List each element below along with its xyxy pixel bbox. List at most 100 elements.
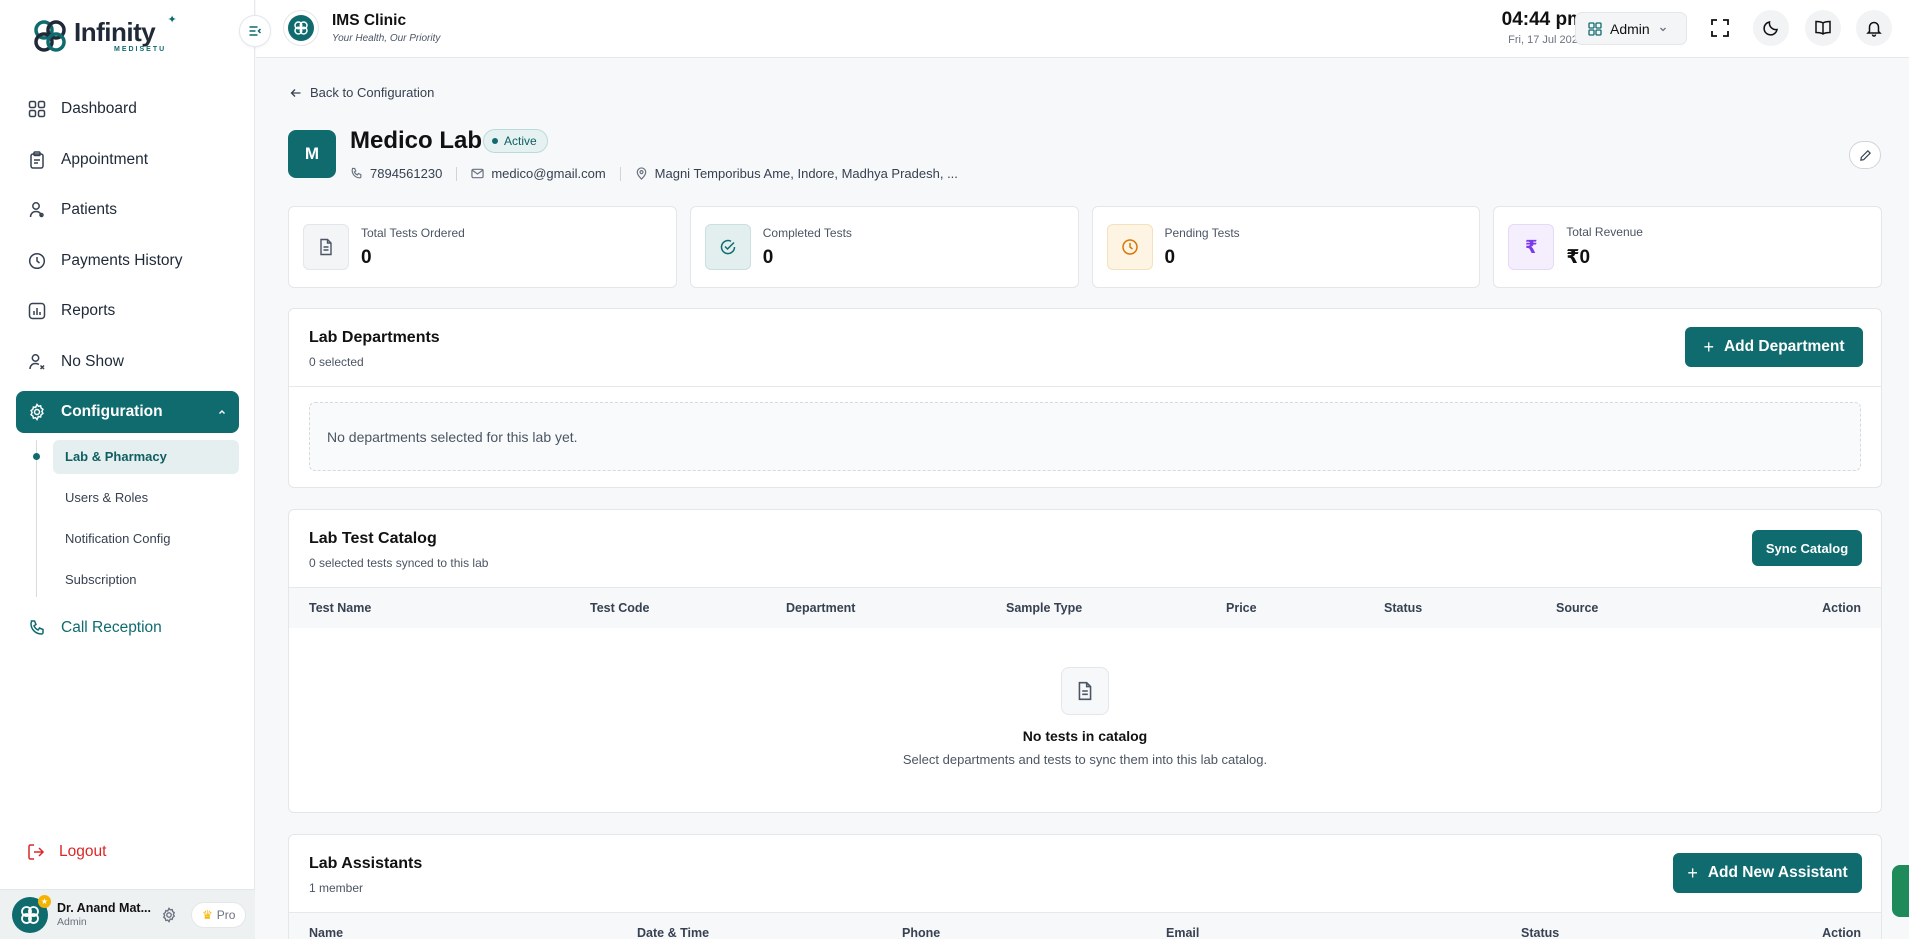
plan-badge[interactable]: ♛ Pro (191, 901, 247, 928)
plus-icon: + (1687, 862, 1698, 883)
lab-contact-info: 7894561230 medico@gmail.com Magni Tempor… (350, 166, 958, 181)
role-select-value: Admin (1610, 20, 1650, 37)
subnav-item-subscription[interactable]: Subscription (53, 563, 239, 597)
add-new-assistant-label: Add New Assistant (1707, 864, 1848, 881)
section-subtitle: 0 selected tests synced to this lab (309, 556, 489, 570)
sidebar: Infinity ✦ MEDISETU Dashboard Appointment… (0, 0, 255, 939)
stat-value: 0 (361, 246, 372, 268)
sidebar-collapse-button[interactable] (239, 15, 271, 47)
current-time: 04:44 pm (1501, 9, 1584, 30)
current-date: Fri, 17 Jul 2026 (1508, 34, 1584, 46)
subnav-item-notification-config[interactable]: Notification Config (53, 522, 239, 556)
section-subtitle: 1 member (309, 881, 364, 895)
fullscreen-icon (1711, 19, 1729, 37)
settings-gear-icon[interactable] (161, 906, 177, 923)
plan-label: Pro (216, 907, 236, 922)
assistants-table-header: Name Date & Time Phone Email Status Acti… (289, 912, 1881, 939)
document-icon (1061, 667, 1109, 715)
section-title: Lab Assistants (309, 855, 423, 872)
add-department-button[interactable]: + Add Department (1685, 327, 1863, 367)
sidebar-item-configuration[interactable]: Configuration (16, 391, 239, 433)
theme-toggle-button[interactable] (1753, 10, 1789, 46)
phone-icon (351, 167, 362, 179)
sidebar-item-label: Call Reception (61, 618, 162, 636)
catalog-table-header: Test Name Test Code Department Sample Ty… (289, 587, 1881, 628)
lab-avatar: M (288, 130, 336, 178)
sidebar-item-no-show[interactable]: No Show (16, 341, 239, 383)
logout-icon (27, 843, 45, 861)
lab-email-value: medico@gmail.com (491, 166, 606, 181)
column-header: Action (1822, 926, 1861, 939)
status-badge-label: Active (504, 134, 537, 148)
lab-assistants-card: Lab Assistants 1 member + Add New Assist… (288, 834, 1882, 939)
clinic-logo-icon (21, 905, 39, 924)
empty-state-title: No tests in catalog (1022, 728, 1148, 744)
avatar[interactable]: ★ (12, 894, 51, 933)
sidebar-item-reports[interactable]: Reports (16, 290, 239, 332)
sidebar-item-patients[interactable]: Patients (16, 189, 239, 231)
clock: 04:44 pm Fri, 17 Jul 2026 (1484, 9, 1584, 46)
column-header: Test Code (590, 601, 650, 615)
dashboard-icon (27, 99, 47, 119)
document-icon (303, 224, 349, 270)
subnav-item-lab-pharmacy[interactable]: Lab & Pharmacy (33, 439, 239, 474)
lab-phone-value: 7894561230 (370, 166, 443, 181)
crown-icon: ♛ (202, 907, 213, 922)
infinity-logo-icon (34, 20, 66, 52)
section-title: Lab Test Catalog (309, 530, 437, 547)
clinic-name: IMS Clinic (332, 12, 407, 29)
stat-label: Total Revenue (1566, 225, 1643, 239)
sidebar-item-dashboard[interactable]: Dashboard (16, 88, 239, 130)
sync-catalog-button[interactable]: Sync Catalog (1752, 530, 1862, 566)
grid-icon (1588, 21, 1602, 36)
role-select[interactable]: Admin (1575, 12, 1687, 45)
edit-lab-button[interactable] (1849, 141, 1881, 169)
reports-icon (27, 301, 47, 321)
floating-side-tab[interactable] (1892, 865, 1909, 917)
lab-address-value: Magni Temporibus Ame, Indore, Madhya Pra… (654, 166, 958, 181)
menu-collapse-icon (249, 26, 262, 36)
chevron-down-icon (1658, 24, 1668, 34)
sidebar-item-appointment[interactable]: Appointment (16, 139, 239, 181)
sidebar-item-label: Payments History (61, 251, 183, 269)
stat-card-total-tests: Total Tests Ordered 0 (288, 206, 677, 288)
back-link[interactable]: Back to Configuration (290, 85, 434, 100)
guide-button[interactable] (1805, 10, 1841, 46)
add-department-label: Add Department (1723, 338, 1845, 355)
stats-row: Total Tests Ordered 0 Completed Tests 0 … (288, 206, 1882, 288)
lab-email: medico@gmail.com (471, 166, 606, 181)
departments-empty-message: No departments selected for this lab yet… (309, 402, 1861, 471)
logout-button[interactable]: Logout (27, 843, 106, 861)
clinic-tagline: Your Health, Our Priority (332, 33, 441, 44)
brand-logo[interactable]: Infinity ✦ MEDISETU (30, 15, 177, 56)
column-header: Sample Type (1006, 601, 1083, 615)
mail-icon (471, 168, 484, 179)
sidebar-item-label: Configuration (61, 403, 163, 420)
pencil-icon (1859, 149, 1871, 161)
clipboard-icon (27, 150, 47, 170)
catalog-empty-state: No tests in catalog Select departments a… (289, 667, 1881, 767)
subnav-item-users-roles[interactable]: Users & Roles (53, 481, 239, 515)
column-header: Phone (902, 926, 941, 939)
column-header: Department (786, 601, 856, 615)
gear-icon (27, 402, 47, 422)
logout-label: Logout (59, 843, 107, 860)
stat-value: 0 (1164, 246, 1176, 268)
clinic-logo-icon (294, 21, 308, 35)
lab-test-catalog-card: Lab Test Catalog 0 selected tests synced… (288, 509, 1882, 813)
notifications-button[interactable] (1856, 10, 1892, 46)
fullscreen-button[interactable] (1702, 10, 1738, 46)
clinic-logo (283, 10, 319, 46)
stat-value: ₹0 (1566, 247, 1591, 268)
add-new-assistant-button[interactable]: + Add New Assistant (1673, 853, 1862, 893)
logo-subtitle: MEDISETU (114, 46, 167, 53)
sidebar-item-call-reception[interactable]: Call Reception (16, 607, 239, 649)
moon-icon (1763, 21, 1778, 36)
lab-departments-card: Lab Departments 0 selected + Add Departm… (288, 308, 1882, 488)
book-icon (1815, 20, 1831, 35)
column-header: Status (1521, 926, 1560, 939)
sidebar-item-label: Patients (61, 201, 118, 218)
stat-value: 0 (762, 246, 774, 268)
section-title: Lab Departments (309, 329, 440, 346)
sidebar-item-payments-history[interactable]: Payments History (16, 240, 239, 282)
